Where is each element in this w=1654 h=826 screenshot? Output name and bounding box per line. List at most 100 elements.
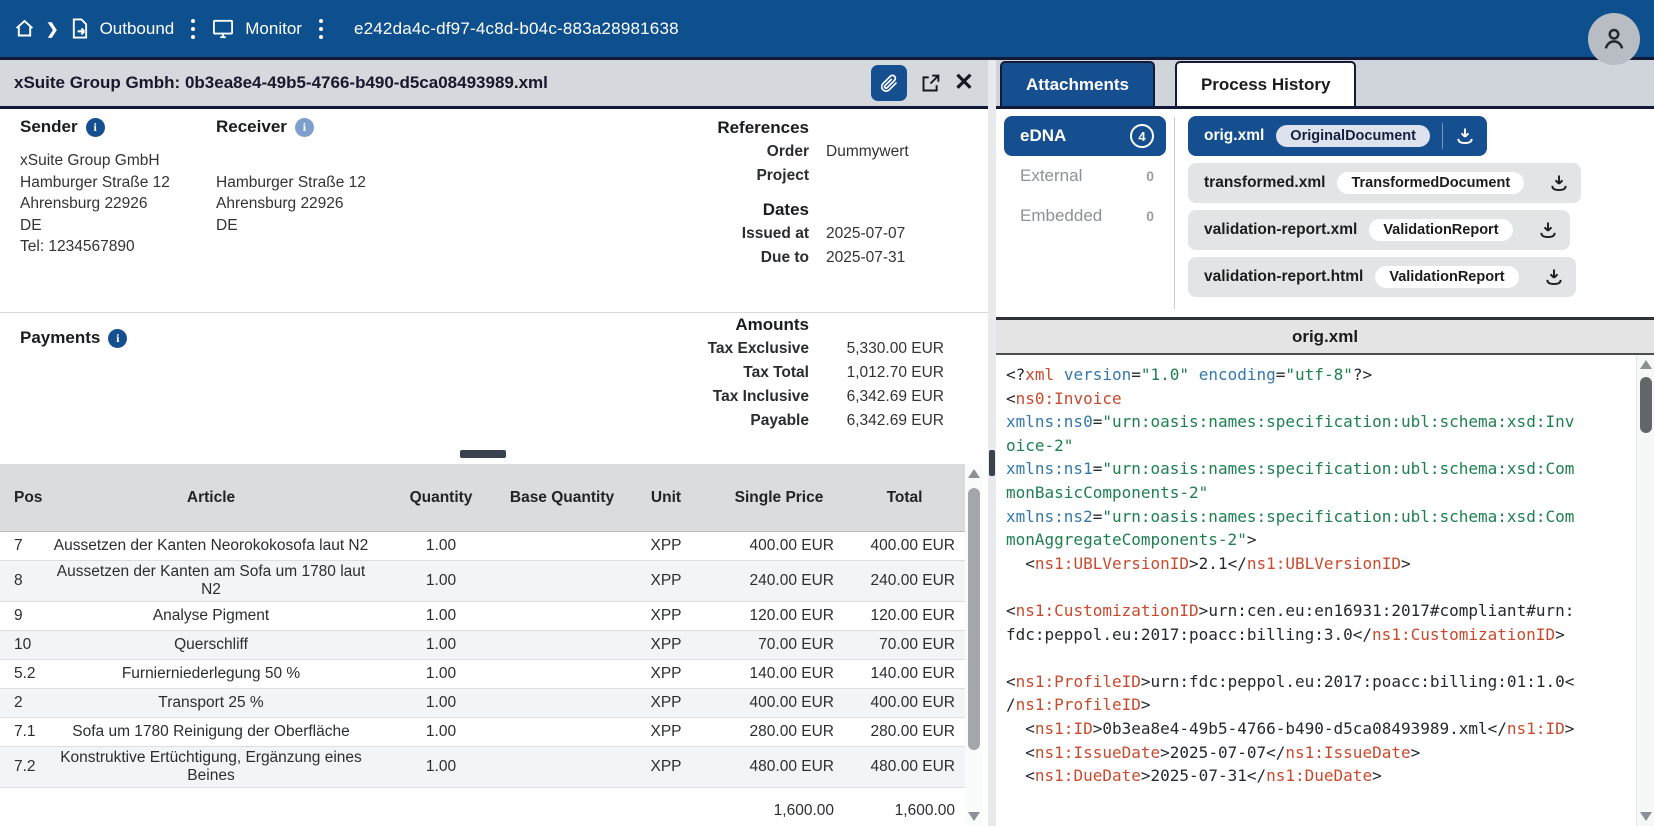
column-header: Single Price — [714, 488, 844, 507]
attachment-chip[interactable]: validation-report.htmlValidationReport — [1188, 257, 1576, 297]
cell-qty: 1.00 — [376, 723, 506, 741]
cell-total: 140.00 EUR — [844, 665, 965, 683]
xml-viewer: <?xml version="1.0" encoding="utf-8"?><n… — [996, 355, 1654, 826]
tab-process-history[interactable]: Process History — [1175, 61, 1356, 106]
scrollbar-thumb[interactable] — [968, 488, 980, 750]
scroll-down-icon[interactable] — [1640, 812, 1652, 821]
file-name: orig.xml — [1204, 127, 1264, 145]
column-header: Pos — [0, 489, 46, 507]
table-row[interactable]: 2Transport 25 %1.00XPP400.00 EUR400.00 E… — [0, 689, 965, 718]
meta-label: Issued at — [659, 223, 809, 244]
category-count-badge: 0 — [1146, 168, 1154, 184]
download-icon[interactable] — [1455, 126, 1475, 146]
payments-heading: Payments — [20, 328, 100, 348]
breadcrumb: ❯ Outbound Monitor e242da4c-df97-4c8d-b0… — [14, 18, 679, 39]
address-line: Hamburger Straße 12 — [20, 172, 170, 194]
table-row[interactable]: 5.2Furnierniederlegung 50 %1.00XPP140.00… — [0, 660, 965, 689]
sender-info-icon[interactable]: i — [86, 118, 105, 137]
meta-label: Due to — [659, 247, 809, 268]
address-line: xSuite Group GmbH — [20, 150, 170, 172]
table-row[interactable]: 7Aussetzen der Kanten Neorokokosofa laut… — [0, 532, 965, 561]
cell-art: Konstruktive Ertüchtigung, Ergänzung ein… — [46, 749, 376, 785]
meta-label: Project — [659, 165, 809, 186]
open-external-icon[interactable] — [920, 73, 941, 94]
download-icon[interactable] — [1549, 173, 1569, 193]
meta-label: Payable — [659, 410, 809, 431]
close-document-icon[interactable]: ✕ — [954, 71, 974, 95]
cell-pos: 2 — [0, 694, 46, 712]
scroll-up-icon[interactable] — [1640, 360, 1652, 369]
table-resize-handle[interactable] — [460, 450, 506, 458]
xml-viewer-header: orig.xml — [996, 317, 1654, 355]
scroll-down-icon[interactable] — [968, 812, 980, 821]
scrollbar-thumb[interactable] — [1640, 377, 1652, 433]
meta-label: Order — [659, 141, 809, 162]
cell-total: 1,600.00 — [844, 802, 965, 820]
attachment-categories: eDNA4External0Embedded0 — [1004, 116, 1166, 236]
category-count-badge: 0 — [1146, 208, 1154, 224]
address-line: DE — [20, 215, 170, 237]
meta-row: Project — [659, 165, 944, 186]
attachment-chip[interactable]: transformed.xmlTransformedDocument — [1188, 163, 1581, 203]
cell-art: Aussetzen der Kanten am Sofa um 1780 lau… — [46, 563, 376, 599]
breadcrumb-outbound[interactable]: Outbound — [100, 19, 175, 39]
meta-row: Payable 6,342.69 EUR — [659, 410, 944, 431]
attachments-toggle-button[interactable] — [871, 65, 907, 101]
cell-pos: 7 — [0, 537, 46, 555]
category-external[interactable]: External 0 — [1004, 156, 1166, 196]
chevron-right-icon: ❯ — [46, 20, 59, 38]
attachment-chip[interactable]: orig.xmlOriginalDocument — [1188, 116, 1487, 156]
payments-info-icon[interactable]: i — [108, 329, 127, 348]
file-name: validation-report.xml — [1204, 221, 1357, 239]
file-name: validation-report.html — [1204, 268, 1363, 286]
download-icon[interactable] — [1544, 267, 1564, 287]
column-header: Article — [46, 489, 376, 507]
user-avatar[interactable] — [1588, 13, 1640, 65]
monitor-menu-kebab-icon[interactable] — [313, 19, 329, 39]
download-icon[interactable] — [1538, 220, 1558, 240]
cell-price: 140.00 EUR — [714, 665, 844, 683]
xml-line: xmlns:ns0="urn:oasis:names:specification… — [1006, 410, 1582, 457]
category-label: External — [1020, 166, 1082, 186]
cell-pos: 9 — [0, 607, 46, 625]
attachment-chip[interactable]: validation-report.xmlValidationReport — [1188, 210, 1570, 250]
tab-attachments[interactable]: Attachments — [1000, 61, 1155, 106]
cell-art: Aussetzen der Kanten Neorokokosofa laut … — [46, 537, 376, 555]
references-dates-block: References OrderDummywertProject Dates I… — [659, 118, 944, 268]
meta-value: 6,342.69 EUR — [826, 410, 944, 431]
home-icon[interactable] — [14, 18, 35, 39]
meta-row: OrderDummywert — [659, 141, 944, 162]
xml-scrollbar[interactable] — [1636, 355, 1654, 826]
table-row[interactable]: 7.2Konstruktive Ertüchtigung, Ergänzung … — [0, 747, 965, 788]
breadcrumb-monitor[interactable]: Monitor — [245, 19, 302, 39]
table-scrollbar[interactable] — [965, 464, 983, 826]
xml-line: <ns1:UBLVersionID>2.1</ns1:UBLVersionID> — [1006, 552, 1582, 576]
table-row[interactable]: 8Aussetzen der Kanten am Sofa um 1780 la… — [0, 561, 965, 602]
panel-splitter[interactable] — [988, 60, 996, 826]
cell-qty: 1.00 — [376, 758, 506, 776]
table-row[interactable]: 9Analyse Pigment1.00XPP120.00 EUR120.00 … — [0, 602, 965, 631]
categories-divider — [1174, 117, 1175, 309]
cell-unit: XPP — [618, 537, 714, 555]
cell-total: 70.00 EUR — [844, 636, 965, 654]
xml-line: <ns0:Invoice — [1006, 387, 1582, 411]
outbound-menu-kebab-icon[interactable] — [185, 19, 201, 39]
table-row[interactable]: 7.1Sofa um 1780 Reinigung der Oberfläche… — [0, 718, 965, 747]
table-row[interactable]: 1,600.001,600.00 — [0, 788, 965, 822]
column-header: Unit — [618, 489, 714, 507]
meta-label: Tax Exclusive — [659, 338, 809, 359]
table-row[interactable]: 10Querschliff1.00XPP70.00 EUR70.00 EUR — [0, 631, 965, 660]
category-embedded[interactable]: Embedded0 — [1004, 196, 1166, 236]
category-edna[interactable]: eDNA4 — [1004, 116, 1166, 156]
receiver-address: Hamburger Straße 12Ahrensburg 22926DE — [216, 150, 366, 236]
category-count-badge: 4 — [1130, 124, 1154, 148]
cell-price: 400.00 EUR — [714, 537, 844, 555]
cell-qty: 1.00 — [376, 636, 506, 654]
scroll-up-icon[interactable] — [968, 469, 980, 478]
cell-price: 400.00 EUR — [714, 694, 844, 712]
xml-line: xmlns:ns1="urn:oasis:names:specification… — [1006, 457, 1582, 504]
meta-value: 5,330.00 EUR — [826, 338, 944, 359]
receiver-info-icon[interactable]: i — [295, 118, 314, 137]
panel-splitter-handle[interactable] — [989, 450, 995, 476]
meta-label: Tax Total — [659, 362, 809, 383]
